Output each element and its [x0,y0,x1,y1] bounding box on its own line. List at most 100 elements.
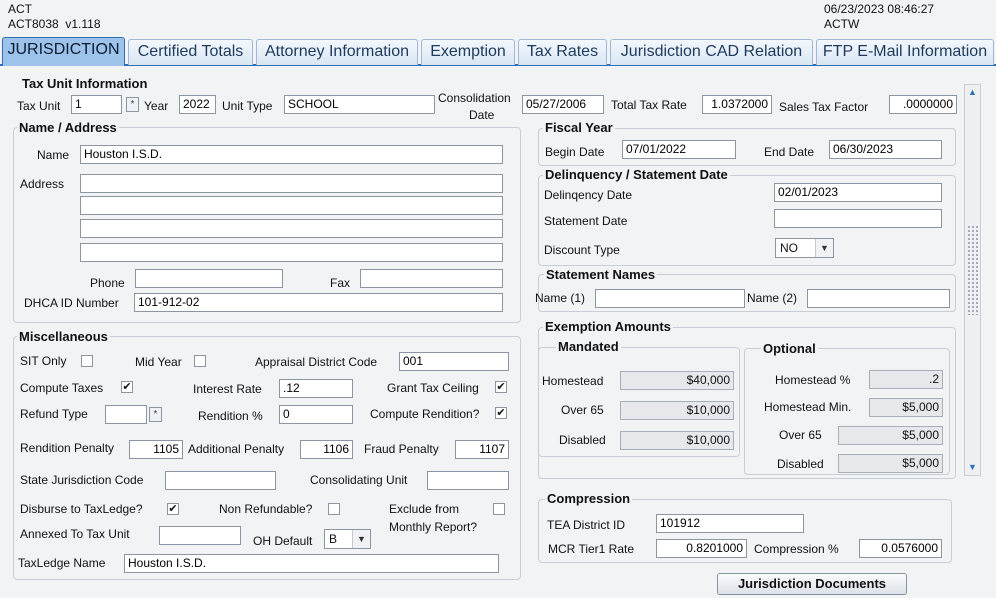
address-line-4[interactable] [80,243,503,262]
state-jurisdiction-label: State Jurisdiction Code [20,473,144,487]
grant-tax-ceiling-checkbox[interactable]: ✔ [495,381,507,393]
checkmark-icon: ✔ [496,407,506,419]
consolidating-unit-label: Consolidating Unit [310,473,408,487]
address-line-3[interactable] [80,219,503,238]
sales-tax-factor-field[interactable]: .0000000 [889,95,957,114]
address-line-1[interactable] [80,174,503,193]
over65-amount: $10,000 [620,401,734,420]
address-line-2[interactable] [80,196,503,215]
refund-type-label: Refund Type [20,407,88,421]
optional-over65-value: $5,000 [838,426,943,445]
compression-pct-field[interactable]: 0.0576000 [859,539,942,558]
refund-type-lov-button[interactable]: * [149,407,162,422]
chevron-down-icon[interactable]: ▼ [352,530,370,548]
phone-field[interactable] [135,269,283,288]
jurisdiction-documents-button[interactable]: Jurisdiction Documents [717,573,907,595]
header-datetime: 06/23/2023 08:46:27 [824,2,935,16]
fax-field[interactable] [360,269,503,288]
name2-field[interactable] [807,289,950,308]
disburse-checkbox[interactable]: ✔ [167,503,179,515]
tab-attorney-information[interactable]: Attorney Information [256,39,418,65]
consolidation-date-label: Date [469,108,495,122]
taxledge-name-field[interactable]: Houston I.S.D. [124,554,499,573]
statement-names-title: Statement Names [544,267,658,282]
total-tax-rate-label: Total Tax Rate [611,98,687,112]
appraisal-code-label: Appraisal District Code [255,355,378,369]
optional-disabled-value: $5,000 [838,454,943,473]
tab-jurisdiction-cad-relation[interactable]: Jurisdiction CAD Relation [610,39,813,65]
disburse-label: Disburse to TaxLedge? [20,502,143,516]
total-tax-rate-field[interactable]: 1.0372000 [702,95,772,114]
tab-ftp-email-information[interactable]: FTP E-Mail Information [816,39,994,65]
tab-bar: JURISDICTION Certified Totals Attorney I… [0,37,996,66]
vertical-scrollbar[interactable]: ▲ ▼ [964,84,981,476]
name-address-title: Name / Address [17,120,119,135]
consolidating-unit-field[interactable] [427,471,509,490]
discount-type-select[interactable]: NO ▼ [775,238,834,258]
rendition-penalty-field[interactable]: 1105 [129,440,183,459]
homestead-label: Homestead [542,374,604,388]
non-refundable-checkbox[interactable] [328,503,340,515]
exclude-checkbox[interactable] [493,503,505,515]
sit-only-checkbox[interactable] [81,355,93,367]
fraud-penalty-field[interactable]: 1107 [455,440,509,459]
header-user: ACTW [824,17,860,31]
mcr-tier1-field[interactable]: 0.8201000 [656,539,747,558]
name1-field[interactable] [595,289,745,308]
delinquency-date-field[interactable]: 02/01/2023 [774,183,942,202]
grant-tax-ceiling-label: Grant Tax Ceiling [387,381,479,395]
tax-unit-lov-button[interactable]: * [126,97,139,112]
name2-label: Name (2) [747,291,798,305]
unit-type-field[interactable]: SCHOOL [284,95,435,114]
delinquency-date-label: Delinqency Date [544,188,633,202]
end-date-field[interactable]: 06/30/2023 [829,140,942,159]
scroll-down-icon[interactable]: ▼ [965,460,980,475]
discount-type-label: Discount Type [544,243,620,257]
tab-jurisdiction[interactable]: JURISDICTION [2,37,125,66]
consolidation-date-field[interactable]: 05/27/2006 [522,95,604,114]
appraisal-code-field[interactable]: 001 [399,352,509,371]
year-label: Year [144,99,169,113]
dhca-field[interactable]: 101-912-02 [134,293,503,312]
chevron-down-icon[interactable]: ▼ [815,239,833,257]
tea-district-field[interactable]: 101912 [656,514,804,533]
tax-unit-field[interactable]: 1 [71,95,122,114]
statement-date-field[interactable] [774,209,942,228]
statement-date-label: Statement Date [544,214,628,228]
exclude-monthly-report-label: Monthly Report? [389,520,478,534]
compute-taxes-checkbox[interactable]: ✔ [121,381,133,393]
year-field[interactable]: 2022 [179,95,216,114]
disabled-amount: $10,000 [620,431,734,450]
interest-rate-field[interactable]: .12 [279,379,353,398]
tab-tax-rates[interactable]: Tax Rates [518,39,607,65]
unit-type-label: Unit Type [222,99,273,113]
dhca-label: DHCA ID Number [24,296,119,310]
tab-certified-totals[interactable]: Certified Totals [128,39,253,65]
compute-rendition-checkbox[interactable]: ✔ [495,407,507,419]
state-jurisdiction-field[interactable] [165,471,276,490]
compression-title: Compression [545,491,633,506]
refund-type-field[interactable] [105,405,147,424]
name-field[interactable]: Houston I.S.D. [80,145,503,164]
homestead-min-label: Homestead Min. [764,400,852,414]
fiscal-year-title: Fiscal Year [543,120,615,135]
tab-exemption[interactable]: Exemption [421,39,515,65]
oh-default-value: B [329,532,338,546]
annexed-label: Annexed To Tax Unit [20,527,130,541]
mandated-title: Mandated [556,339,621,354]
end-date-label: End Date [764,145,815,159]
rendition-pct-field[interactable]: 0 [279,405,353,424]
additional-penalty-field[interactable]: 1106 [300,440,353,459]
begin-date-field[interactable]: 07/01/2022 [622,140,736,159]
compute-rendition-label: Compute Rendition? [370,407,480,421]
sit-only-label: SIT Only [20,354,67,368]
mid-year-checkbox[interactable] [194,355,206,367]
homestead-pct-label: Homestead % [775,373,851,387]
oh-default-select[interactable]: B ▼ [324,529,371,549]
annexed-field[interactable] [159,526,241,545]
scroll-up-icon[interactable]: ▲ [965,85,980,100]
scroll-grip[interactable] [967,225,978,315]
mid-year-label: Mid Year [135,355,182,369]
compute-taxes-label: Compute Taxes [20,381,104,395]
miscellaneous-title: Miscellaneous [17,329,110,344]
